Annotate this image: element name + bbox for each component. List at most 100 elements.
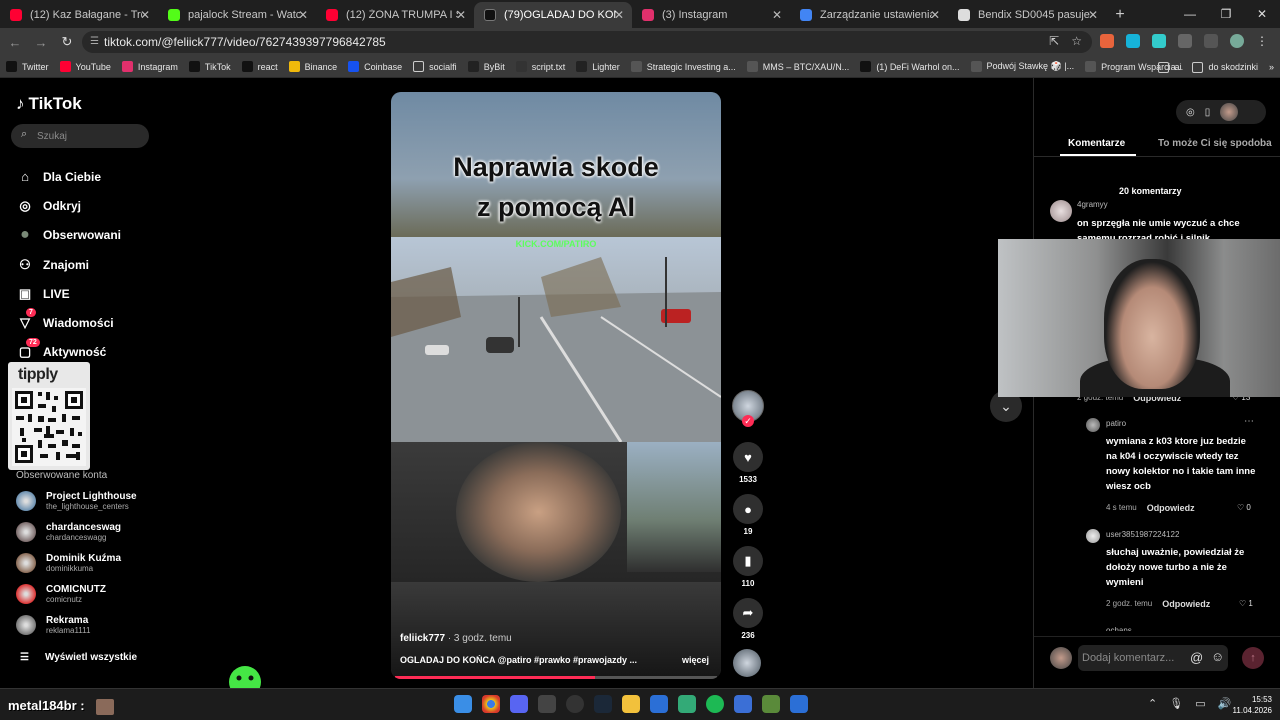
followed-account[interactable]: Project Lighthouse the_lighthouse_centers [16, 491, 137, 511]
video-player[interactable]: Naprawia skode z pomocą AI KICK.COM/PATIR… [391, 92, 721, 679]
bookmark-item[interactable]: ByBit [467, 61, 505, 72]
close-tab-icon[interactable]: ✕ [456, 8, 466, 22]
browser-tab[interactable]: Bendix SD0045 pasuje do Octa✕ [948, 2, 1106, 28]
mention-icon[interactable]: @ [1190, 650, 1203, 665]
extension-icon[interactable] [1152, 34, 1166, 48]
site-info-icon[interactable]: ☰ [90, 36, 99, 47]
sidebar-item-wiadomości[interactable]: ▽ Wiadomości 7 [16, 308, 121, 337]
bookmark-item[interactable]: Twitter [6, 61, 49, 72]
app-icon[interactable] [734, 695, 752, 713]
sidebar-item-odkryj[interactable]: ◎ Odkryj [16, 191, 121, 220]
comment-username[interactable]: patiro [1106, 419, 1126, 428]
bookmark-star-icon[interactable]: ☆ [1071, 34, 1082, 48]
network-app-icon[interactable] [678, 695, 696, 713]
close-tab-icon[interactable]: ✕ [930, 8, 940, 22]
like-button[interactable]: ♥ 1533 [732, 442, 764, 484]
followed-account[interactable]: Dominik Kuźma dominikkuma [16, 553, 121, 573]
bookmark-item[interactable]: Coinbase [348, 61, 402, 72]
back-icon[interactable]: ← [4, 35, 26, 50]
bookmark-item[interactable]: Strategic Investing a... [630, 61, 736, 72]
browser-tab[interactable]: (12) Kaz Bałagane - Trendsetter✕ [0, 2, 158, 28]
emoji-icon[interactable]: ☺ [1211, 649, 1224, 664]
taskbar-clock[interactable]: 15:53 11.04.2026 [1222, 694, 1272, 716]
profile-icon[interactable] [1230, 34, 1244, 48]
device-icon[interactable]: ▯ [1205, 107, 1211, 118]
follow-plus-icon[interactable]: ✓ [742, 415, 754, 427]
comment-username[interactable]: 4gramyy [1077, 200, 1108, 209]
reply-button[interactable]: Odpowiedz [1162, 599, 1210, 609]
spotify-icon[interactable] [706, 695, 724, 713]
tab-comments[interactable]: Komentarze [1068, 138, 1125, 149]
bookmark-folder[interactable]: ai [1158, 61, 1181, 73]
music-disc-icon[interactable] [733, 649, 761, 677]
coins-icon[interactable]: ◎ [1186, 107, 1195, 118]
file-explorer-icon[interactable] [622, 695, 640, 713]
bookmark-item[interactable]: YouTube [59, 61, 111, 72]
comment-input[interactable]: Dodaj komentarz... [1078, 645, 1228, 671]
comment-like-button[interactable]: ♡ 0 [1237, 503, 1251, 512]
video-author[interactable]: feliick777 · 3 godz. temu [400, 633, 512, 644]
app-icon[interactable] [538, 695, 556, 713]
comment-button[interactable]: ● 19 [732, 494, 764, 536]
show-all-button[interactable]: ☰ Wyświetl wszystkie [20, 652, 137, 663]
windows-start-icon[interactable] [454, 695, 472, 713]
close-window-icon[interactable]: ✕ [1244, 0, 1280, 28]
comment-avatar[interactable] [1050, 200, 1072, 222]
new-tab-button[interactable]: + [1106, 2, 1134, 28]
bookmark-item[interactable]: Lighter [576, 61, 620, 72]
bookmark-item[interactable]: Instagram [121, 61, 178, 72]
ccleaner-icon[interactable] [650, 695, 668, 713]
sidebar-item-znajomi[interactable]: ⚇ Znajomi [16, 250, 121, 279]
tray-chevron-icon[interactable]: ⌃ [1148, 697, 1157, 710]
obs-icon[interactable] [566, 695, 584, 713]
puzzle-icon[interactable] [1178, 34, 1192, 48]
browser-tab[interactable]: pajalock Stream - Watch Live o✕ [158, 2, 316, 28]
sidebar-item-dla-ciebie[interactable]: ⌂ Dla Ciebie [16, 162, 121, 191]
close-tab-icon[interactable]: ✕ [772, 8, 782, 22]
microphone-icon[interactable]: 🎙 [1169, 697, 1183, 710]
reply-button[interactable]: Odpowiedz [1147, 503, 1195, 513]
bookmark-folder[interactable]: do skodzinki [1192, 61, 1258, 73]
reply-avatar[interactable] [1086, 529, 1100, 543]
discord-icon[interactable] [510, 695, 528, 713]
steam-icon[interactable] [594, 695, 612, 713]
bookmark-item[interactable]: socialfi [413, 61, 457, 72]
send-button[interactable]: ↑ [1242, 647, 1264, 669]
more-bookmarks-icon[interactable]: » [1269, 62, 1274, 72]
minimize-icon[interactable]: — [1172, 0, 1208, 28]
maximize-icon[interactable]: ❐ [1208, 0, 1244, 28]
followed-account[interactable]: COMICNUTZ comicnutz [16, 584, 106, 604]
close-tab-icon[interactable]: ✕ [614, 8, 624, 22]
video-progress-bar[interactable] [395, 676, 717, 679]
browser-tab-active[interactable]: (79)OGLADAJ DO KOŃCA @✕ [474, 2, 632, 28]
extension-icon[interactable] [1126, 34, 1140, 48]
address-bar[interactable]: ☰ tiktok.com/@feliick777/video/762743939… [82, 31, 1092, 53]
close-tab-icon[interactable]: ✕ [1088, 8, 1098, 22]
browser-tab[interactable]: Zarządzanie ustawieniami trans✕ [790, 2, 948, 28]
close-tab-icon[interactable]: ✕ [140, 8, 150, 22]
tab-related[interactable]: To może Ci się spodoba [1158, 138, 1272, 149]
share-button[interactable]: ➦ 236 [732, 598, 764, 640]
browser-tab[interactable]: (12) ŻONA TRUMPA I SPOWIED✕ [316, 2, 474, 28]
install-app-icon[interactable]: ⇱ [1049, 34, 1059, 48]
bookmark-item[interactable]: react [241, 61, 278, 72]
bookmark-item[interactable]: (1) DeFi Warhol on... [860, 61, 960, 72]
extension-icon[interactable] [1100, 34, 1114, 48]
network-icon[interactable]: ▭ [1195, 697, 1205, 710]
reply-avatar[interactable] [1086, 418, 1100, 432]
save-button[interactable]: ▮ 110 [732, 546, 764, 588]
sidebar-item-live[interactable]: ▣ LIVE [16, 279, 121, 308]
bookmark-item[interactable]: MMS – BTC/XAU/N... [746, 61, 849, 72]
minecraft-icon[interactable] [762, 695, 780, 713]
bookmark-item[interactable]: Podwój Stawkę 🎲 |... [970, 61, 1074, 72]
chrome-icon[interactable] [482, 695, 500, 713]
close-tab-icon[interactable]: ✕ [298, 8, 308, 22]
reading-list-icon[interactable] [1204, 34, 1218, 48]
more-options-icon[interactable]: ⋯ [1244, 416, 1254, 427]
more-button[interactable]: więcej [682, 655, 709, 665]
followed-account[interactable]: chardanceswag chardanceswagg [16, 522, 121, 542]
app-icon[interactable] [790, 695, 808, 713]
comment-like-button[interactable]: ♡ 1 [1239, 599, 1253, 608]
reload-icon[interactable]: ↻ [56, 34, 78, 50]
search-input[interactable]: ⌕ Szukaj [11, 124, 149, 148]
